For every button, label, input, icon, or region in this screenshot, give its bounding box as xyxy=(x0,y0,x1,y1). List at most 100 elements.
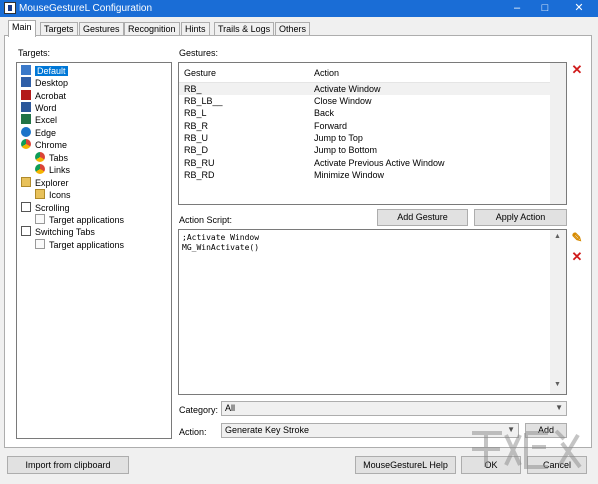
targets-label: Targets: xyxy=(18,48,51,58)
script-line-1: ;Activate Window xyxy=(182,233,260,242)
tree-item-target-applications[interactable]: Target applications xyxy=(35,214,124,226)
action-label: Action: xyxy=(179,427,207,437)
action-script-text: ;Activate Window MG_WinActivate() xyxy=(182,233,259,253)
category-value: All xyxy=(225,403,236,413)
action-cell: Jump to Top xyxy=(314,133,363,143)
tab-bar: Main Targets Gestures Recognition Hints … xyxy=(0,20,598,37)
tree-item-links[interactable]: Links xyxy=(35,164,70,176)
word-icon xyxy=(21,102,31,112)
tree-item-default[interactable]: Default xyxy=(21,65,68,77)
desktop-icon xyxy=(21,77,31,87)
script-line-2: MG_WinActivate() xyxy=(182,243,260,252)
action-cell: Minimize Window xyxy=(314,170,385,180)
action-cell: Activate Window xyxy=(314,84,381,94)
tab-trails-logs[interactable]: Trails & Logs xyxy=(214,22,275,36)
column-gesture[interactable]: Gesture xyxy=(184,68,216,78)
maximize-icon[interactable]: □ xyxy=(532,0,558,17)
gesture-cell: RB_RU xyxy=(184,158,215,168)
gesture-row[interactable]: RB_LB__ Close Window xyxy=(179,95,551,107)
cancel-button[interactable]: Cancel xyxy=(527,456,587,474)
tree-item-chrome[interactable]: Chrome xyxy=(21,139,67,151)
acrobat-icon xyxy=(21,90,31,100)
action-script-label: Action Script: xyxy=(179,215,233,225)
action-cell: Close Window xyxy=(314,96,372,106)
tree-item-desktop[interactable]: Desktop xyxy=(21,77,68,89)
tree-item-switching-tabs[interactable]: Switching Tabs xyxy=(21,226,95,238)
default-icon xyxy=(21,65,31,75)
tree-item-edge[interactable]: Edge xyxy=(21,127,56,139)
category-label: Category: xyxy=(179,405,219,415)
gesture-cell: RB_D xyxy=(184,145,209,155)
edit-script-icon[interactable]: ✎ xyxy=(570,231,584,245)
tab-main[interactable]: Main xyxy=(8,20,36,37)
scroll-up-icon[interactable]: ▲ xyxy=(554,233,561,240)
add-button[interactable]: Add xyxy=(525,423,567,438)
action-cell: Back xyxy=(314,108,335,118)
folder-icon xyxy=(35,189,45,199)
folder-icon xyxy=(21,177,31,187)
gesture-row[interactable]: RB_RD Minimize Window xyxy=(179,169,551,181)
tab-hints[interactable]: Hints xyxy=(181,22,210,36)
action-value: Generate Key Stroke xyxy=(225,425,310,435)
scroll-down-icon[interactable]: ▼ xyxy=(554,381,561,388)
gesture-row[interactable]: RB_D Jump to Bottom xyxy=(179,144,551,156)
title-bar: MouseGestureL Configuration – □ ✕ xyxy=(0,0,598,17)
chrome-icon xyxy=(21,139,31,149)
gesture-cell: RB_RD xyxy=(184,170,215,180)
gestures-list[interactable]: Gesture Action RB_ Activate Window RB_LB… xyxy=(178,62,567,205)
gesture-row[interactable]: RB_U Jump to Top xyxy=(179,132,551,144)
gesture-cell: RB_ xyxy=(184,84,202,94)
tree-item-icons[interactable]: Icons xyxy=(35,189,71,201)
scroll-icon xyxy=(21,226,31,236)
delete-script-icon[interactable]: ✕ xyxy=(570,250,584,264)
action-cell: Forward xyxy=(314,121,348,131)
tree-item-scrolling[interactable]: Scrolling xyxy=(21,202,70,214)
chevron-down-icon: ▼ xyxy=(507,425,515,434)
target-app-icon xyxy=(35,239,45,249)
delete-gesture-icon[interactable]: ✕ xyxy=(570,63,584,77)
import-clipboard-button[interactable]: Import from clipboard xyxy=(7,456,129,474)
chrome-icon xyxy=(35,164,45,174)
tab-others[interactable]: Others xyxy=(275,22,311,36)
column-action[interactable]: Action xyxy=(314,68,339,78)
gesture-cell: RB_LB__ xyxy=(184,96,223,106)
target-app-icon xyxy=(35,214,45,224)
excel-icon xyxy=(21,114,31,124)
gesture-row[interactable]: RB_R Forward xyxy=(179,120,551,132)
tree-item-explorer[interactable]: Explorer xyxy=(21,177,69,189)
apply-action-button[interactable]: Apply Action xyxy=(474,209,567,226)
gestures-scrollbar[interactable] xyxy=(550,63,566,204)
action-cell: Jump to Bottom xyxy=(314,145,378,155)
edge-icon xyxy=(21,127,31,137)
tab-gestures[interactable]: Gestures xyxy=(79,22,124,36)
gesture-cell: RB_L xyxy=(184,108,207,118)
gestures-header: Gesture Action xyxy=(179,63,551,83)
add-gesture-button[interactable]: Add Gesture xyxy=(377,209,468,226)
tab-recognition[interactable]: Recognition xyxy=(124,22,180,36)
tree-item-word[interactable]: Word xyxy=(21,102,56,114)
gesture-cell: RB_R xyxy=(184,121,209,131)
close-icon[interactable]: ✕ xyxy=(566,0,592,17)
app-icon xyxy=(4,2,16,14)
tree-item-acrobat[interactable]: Acrobat xyxy=(21,90,66,102)
category-select[interactable]: All ▼ xyxy=(221,401,567,416)
targets-tree[interactable]: Default Desktop Acrobat Word Excel Edge … xyxy=(16,62,172,439)
gesture-row[interactable]: RB_L Back xyxy=(179,107,551,119)
action-cell: Activate Previous Active Window xyxy=(314,158,445,168)
tree-item-excel[interactable]: Excel xyxy=(21,114,57,126)
script-scrollbar[interactable]: ▲ ▼ xyxy=(550,230,566,394)
action-select[interactable]: Generate Key Stroke ▼ xyxy=(221,423,519,438)
scroll-icon xyxy=(21,202,31,212)
minimize-icon[interactable]: – xyxy=(504,0,530,17)
help-button[interactable]: MouseGestureL Help xyxy=(355,456,456,474)
gesture-cell: RB_U xyxy=(184,133,209,143)
tab-targets[interactable]: Targets xyxy=(40,22,78,36)
gesture-row[interactable]: RB_ Activate Window xyxy=(179,83,551,95)
chrome-icon xyxy=(35,152,45,162)
gesture-row[interactable]: RB_RU Activate Previous Active Window xyxy=(179,157,551,169)
tree-item-target-applications-2[interactable]: Target applications xyxy=(35,239,124,251)
window-title: MouseGestureL Configuration xyxy=(19,3,153,14)
action-script-editor[interactable]: ;Activate Window MG_WinActivate() ▲ ▼ xyxy=(178,229,567,395)
tree-item-tabs[interactable]: Tabs xyxy=(35,152,68,164)
ok-button[interactable]: OK xyxy=(461,456,521,474)
